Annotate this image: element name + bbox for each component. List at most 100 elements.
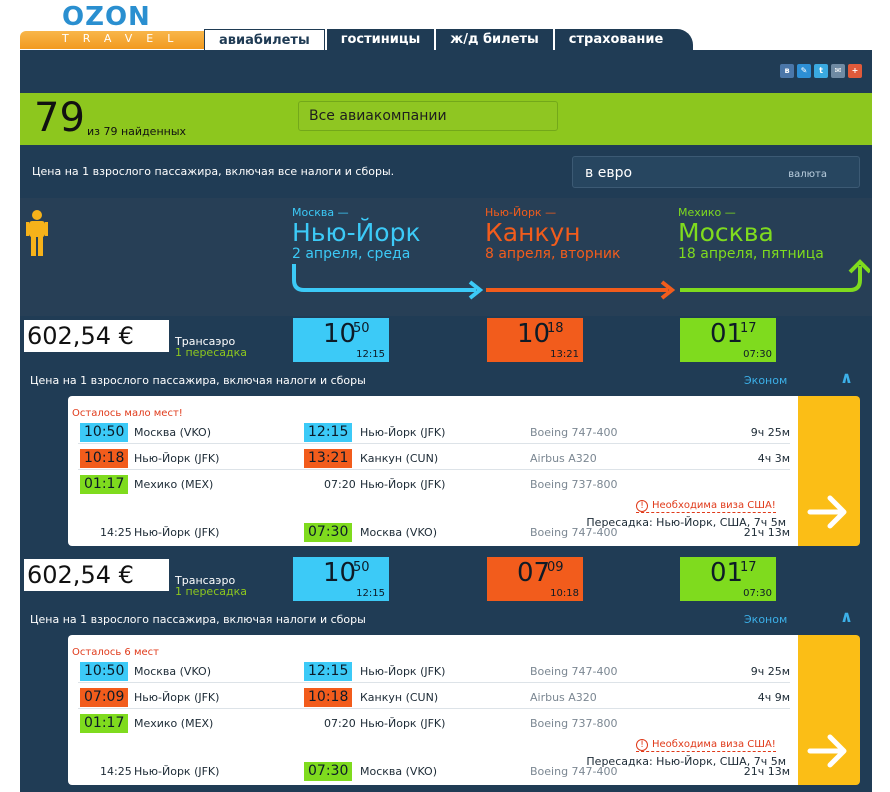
leg-arr-time: 07:30 [743, 349, 772, 360]
leg-1-time: 10 50 12:15 [293, 318, 389, 362]
segment-row: 01:17 Мехико (MEX) 07:20 Нью-Йорк (JFK) … [78, 474, 790, 496]
plus-icon[interactable]: + [848, 64, 862, 78]
leg-dep-min: 18 [547, 321, 564, 336]
leg-dep-hour: 10 [323, 558, 357, 588]
lj-icon[interactable]: ✎ [797, 64, 811, 78]
segment-arr-time: 07:30 [304, 762, 353, 781]
currency-select[interactable]: в евро валюта [572, 156, 860, 188]
flight-price: 602,54 € [24, 559, 169, 591]
segment-arr-time: 13:21 [304, 449, 353, 468]
segment-dep-time: 14:25 [100, 765, 132, 778]
passenger-icon [26, 210, 48, 256]
results-count-label: из 79 найденных [87, 125, 187, 138]
tab-flights[interactable]: авиабилеты [204, 29, 325, 50]
leg-arr-time: 10:18 [550, 588, 579, 599]
tab-hotels[interactable]: гостиницы [326, 29, 435, 50]
fare-class-link[interactable]: Эконом [744, 613, 787, 626]
currency-label: валюта [788, 169, 827, 180]
segment-row: 10:50 Москва (VKO) 12:15 Нью-Йорк (JFK) … [78, 422, 790, 444]
results-summary-bar: 79 из 79 найденных Все авиакомпании [20, 93, 872, 145]
visa-warning[interactable]: ! Необходима виза США! [636, 500, 776, 513]
segment-from: Москва (VKO) [134, 426, 212, 439]
segment-from: Москва (VKO) [134, 665, 212, 678]
segment-from: Мехико (MEX) [134, 717, 214, 730]
route-to-1: Нью-Йорк [292, 218, 421, 247]
arrow-right-icon [807, 734, 847, 768]
currency-value: в евро [585, 165, 633, 181]
segment-aircraft: Boeing 747-400 [530, 526, 618, 539]
route-to-2: Канкун [485, 218, 581, 247]
segment-aircraft: Boeing 737-800 [530, 478, 618, 491]
results-panel: в ✎ t ✉ + 79 из 79 найденных Все авиаком… [20, 50, 872, 792]
segment-aircraft: Airbus A320 [530, 452, 597, 465]
segment-aircraft: Boeing 747-400 [530, 665, 618, 678]
ozon-logo[interactable]: OZON [62, 2, 151, 32]
segment-to: Нью-Йорк (JFK) [360, 665, 446, 678]
tab-insurance[interactable]: страхование [554, 29, 694, 50]
segment-dep-time: 10:50 [80, 662, 129, 681]
segment-arr-time: 07:20 [324, 478, 356, 491]
segment-aircraft: Airbus A320 [530, 691, 597, 704]
arrow-right-icon [807, 495, 847, 529]
segment-duration: 9ч 25м [750, 665, 790, 678]
segment-from: Нью-Йорк (JFK) [134, 452, 220, 465]
leg-dep-min: 50 [353, 321, 370, 336]
segment-arr-time: 10:18 [304, 688, 353, 707]
segment-aircraft: Boeing 747-400 [530, 426, 618, 439]
leg-arr-time: 12:15 [356, 588, 385, 599]
vk-icon[interactable]: в [780, 64, 794, 78]
visa-warning[interactable]: ! Необходима виза США! [636, 739, 776, 752]
segment-from: Нью-Йорк (JFK) [134, 691, 220, 704]
route-segment-3: Мехико — Москва 18 апреля, пятница [678, 206, 824, 261]
leg-dep-hour: 01 [710, 319, 744, 349]
route-band: Москва — Нью-Йорк 2 апреля, среда Нью-Йо… [20, 198, 872, 316]
alert-icon: ! [636, 739, 648, 751]
segment-dep-time: 14:25 [100, 526, 132, 539]
flight-carrier: Трансаэро 1 пересадка [175, 575, 247, 597]
price-note: Цена на 1 взрослого пассажира, включая в… [32, 165, 395, 178]
segment-dep-time: 10:50 [80, 423, 129, 442]
segment-arr-time: 07:30 [304, 523, 353, 542]
segment-to: Москва (VKO) [360, 765, 438, 778]
route-to-3: Москва [678, 218, 774, 247]
visa-text: Необходима виза США! [652, 739, 776, 750]
segment-to: Нью-Йорк (JFK) [360, 717, 446, 730]
segment-duration: 4ч 3м [757, 452, 790, 465]
seats-warning: Осталось мало мест! [72, 408, 183, 419]
select-flight-button[interactable] [798, 635, 860, 785]
segment-duration: 21ч 13м [743, 526, 790, 539]
leg-2-time: 07 09 10:18 [487, 557, 583, 601]
segment-row: 10:18 Нью-Йорк (JFK) 13:21 Канкун (CUN) … [78, 448, 790, 470]
collapse-chevron-up-icon[interactable]: ∧ [840, 607, 853, 626]
segment-row: 01:17 Мехико (MEX) 07:20 Нью-Йорк (JFK) … [78, 713, 790, 735]
segment-from: Нью-Йорк (JFK) [134, 765, 220, 778]
route-segment-1: Москва — Нью-Йорк 2 апреля, среда [292, 206, 421, 261]
select-flight-button[interactable] [798, 396, 860, 546]
segment-duration: 4ч 9м [757, 691, 790, 704]
leg-arr-time: 13:21 [550, 349, 579, 360]
leg-2-time: 10 18 13:21 [487, 318, 583, 362]
segment-duration: 21ч 13м [743, 765, 790, 778]
twitter-icon[interactable]: t [814, 64, 828, 78]
collapse-chevron-up-icon[interactable]: ∧ [840, 368, 853, 387]
tab-trains[interactable]: ж/д билеты [436, 29, 553, 50]
mail-icon[interactable]: ✉ [831, 64, 845, 78]
leg-3-time: 01 17 07:30 [680, 318, 776, 362]
segment-aircraft: Boeing 737-800 [530, 717, 618, 730]
leg-dep-hour: 10 [323, 319, 357, 349]
fare-class-link[interactable]: Эконом [744, 374, 787, 387]
alert-icon: ! [636, 500, 648, 512]
social-share: в ✎ t ✉ + [780, 64, 862, 78]
leg-1-time: 10 50 12:15 [293, 557, 389, 601]
airline-filter-select[interactable]: Все авиакомпании [298, 101, 558, 131]
leg-dep-min: 17 [740, 560, 757, 575]
transfer-count: 1 пересадка [175, 346, 247, 359]
segment-row: 07:09 Нью-Йорк (JFK) 10:18 Канкун (CUN) … [78, 687, 790, 709]
segment-arr-time: 12:15 [304, 662, 353, 681]
leg-dep-min: 17 [740, 321, 757, 336]
segment-from: Мехико (MEX) [134, 478, 214, 491]
results-count: 79 [34, 95, 85, 141]
segment-arr-time: 12:15 [304, 423, 353, 442]
leg-dep-hour: 07 [517, 558, 551, 588]
segment-dep-time: 10:18 [80, 449, 129, 468]
